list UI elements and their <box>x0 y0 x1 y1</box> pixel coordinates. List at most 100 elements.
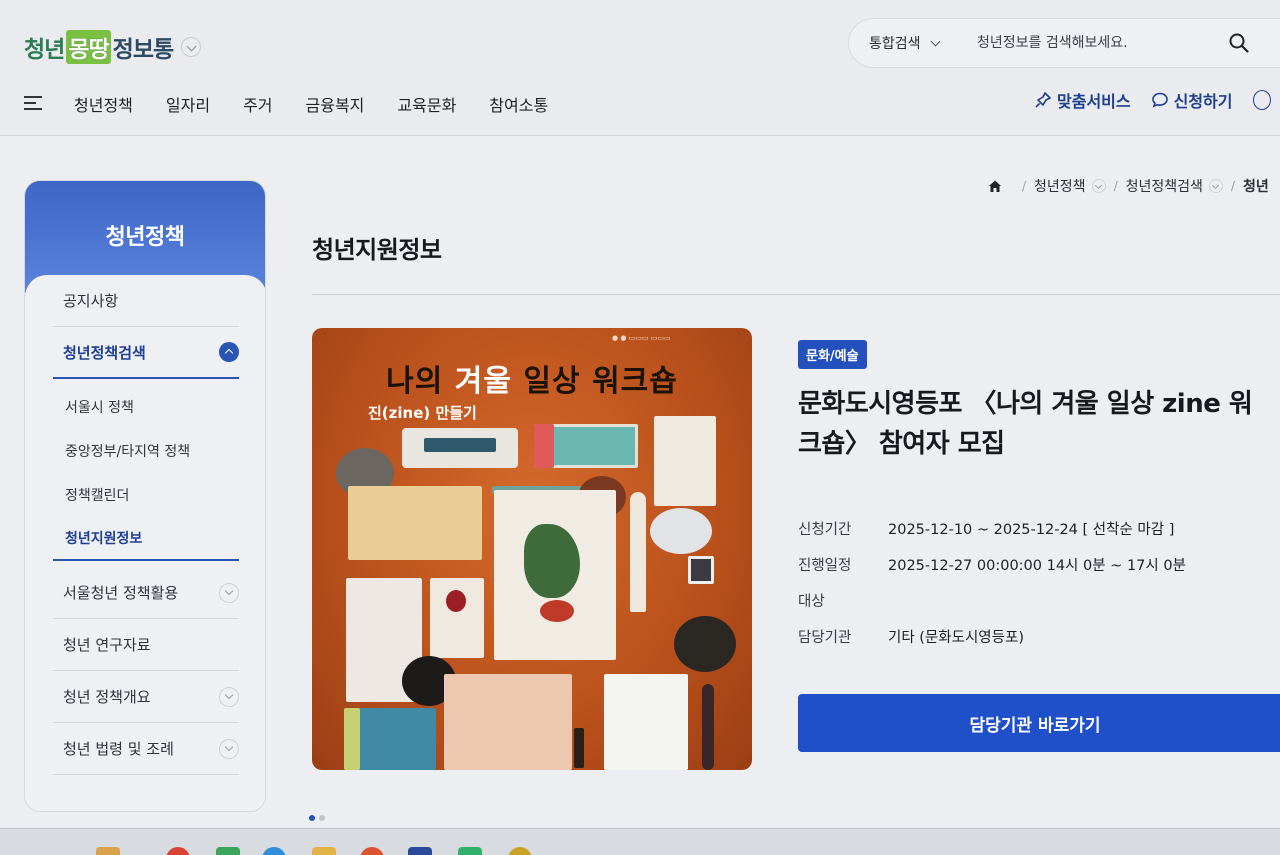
sidebar-item-label: 공지사항 <box>63 292 119 310</box>
site-header: 청년 몽땅 정보통 통합검색 청년정책 일자리 주거 금융복지 교육문 <box>0 0 1280 136</box>
poster-stone-object <box>674 616 736 672</box>
poster-berries-object <box>540 600 574 622</box>
sidebar-item-notice[interactable]: 공지사항 <box>53 275 239 327</box>
carousel-indicator <box>309 815 325 821</box>
more-icon[interactable] <box>1252 90 1271 110</box>
program-title: 문화도시영등포 〈나의 겨울 일상 zine 워크숍〉 참여자 모집 <box>798 389 1253 459</box>
logo-text-3: 정보통 <box>112 37 174 63</box>
sidebar-item-label: 청년정책검색 <box>63 343 146 362</box>
poster-label-object <box>424 438 496 452</box>
spreadsheet-icon[interactable] <box>216 847 240 855</box>
info-row-agency: 담당기관 기타 (문화도시영등포) <box>798 626 1186 662</box>
nav-item-participation[interactable]: 참여소통 <box>489 92 548 116</box>
chevron-down-icon[interactable] <box>1208 179 1223 193</box>
site-logo[interactable]: 청년 몽땅 정보통 <box>24 30 202 64</box>
page-title: 청년지원정보 <box>312 236 442 264</box>
breadcrumb-item-2[interactable]: 청년정책검색 <box>1126 176 1203 196</box>
sidebar-menu: 공지사항 청년정책검색 서울시 정책 중앙정부/타지역 정책 정책캘린더 청년지… <box>25 275 265 811</box>
sidebar-item-policy-search[interactable]: 청년정책검색 <box>53 327 239 379</box>
info-label: 담당기관 <box>798 630 852 646</box>
app-icon[interactable] <box>360 847 384 855</box>
info-label: 진행일정 <box>798 558 852 574</box>
carousel-dot[interactable] <box>319 815 325 821</box>
poster-sponsor-logos: ● ● ▭▭▭ ▭▭▭ <box>612 334 671 342</box>
chevron-down-icon <box>930 36 941 46</box>
apply-label: 신청하기 <box>1173 92 1233 111</box>
site-switch-chevron-icon[interactable] <box>181 37 202 57</box>
info-value: 2025-12-10 ~ 2025-12-24 [ 선착순 마감 ] <box>888 522 1175 538</box>
app-icon[interactable] <box>96 847 120 855</box>
logo-text-1: 청년 <box>24 37 65 63</box>
pin-icon <box>1035 92 1051 108</box>
chevron-down-icon[interactable] <box>1091 179 1106 193</box>
poster-folder-object <box>630 492 646 612</box>
info-row-target: 대상 <box>798 590 1186 626</box>
sidebar-item-research[interactable]: 청년 연구자료 <box>53 619 239 671</box>
home-icon[interactable] <box>988 179 1002 193</box>
sidebar-item-label: 청년 연구자료 <box>63 636 151 654</box>
poster-ribbon-object <box>534 424 554 468</box>
folder-icon[interactable] <box>312 847 336 855</box>
app-icon[interactable] <box>508 847 532 855</box>
sidebar-subitem-youth-support-info[interactable]: 청년지원정보 <box>53 517 239 561</box>
app-icon[interactable] <box>408 847 432 855</box>
logo-text-2: 몽땅 <box>66 30 111 64</box>
sidebar-subitem-policy-calendar[interactable]: 정책캘린더 <box>53 473 239 517</box>
search-input[interactable] <box>977 35 1207 51</box>
nav-item-jobs[interactable]: 일자리 <box>166 92 210 116</box>
nav-item-housing[interactable]: 주거 <box>243 92 272 116</box>
browser-icon[interactable] <box>262 847 286 855</box>
chevron-down-icon[interactable] <box>219 582 239 603</box>
info-label: 대상 <box>798 594 825 610</box>
os-taskbar <box>0 828 1280 855</box>
poster-paper-object <box>654 416 716 506</box>
poster-title-highlight: 겨울 <box>454 364 512 399</box>
poster-pink-paper-object <box>444 674 572 770</box>
poster-tape-object <box>650 508 712 554</box>
go-to-agency-button[interactable]: 담당기관 바로가기 <box>798 694 1280 752</box>
sidebar-item-policy-overview[interactable]: 청년 정책개요 <box>53 671 239 723</box>
nav-item-education-culture[interactable]: 교육문화 <box>397 92 456 116</box>
nav-item-finance-welfare[interactable]: 금융복지 <box>306 92 365 116</box>
search-scope-select[interactable]: 통합검색 <box>849 33 953 53</box>
chevron-up-icon[interactable] <box>219 342 239 362</box>
sidebar-item-laws[interactable]: 청년 법령 및 조례 <box>53 723 239 775</box>
category-badge: 문화/예술 <box>798 340 867 369</box>
poster-pen-object <box>574 728 584 768</box>
event-poster-image: ● ● ▭▭▭ ▭▭▭ 나의 겨울 일상 워크숍 진(zine) 만들기 <box>312 328 752 770</box>
info-row-application-period: 신청기간 2025-12-10 ~ 2025-12-24 [ 선착순 마감 ] <box>798 518 1186 554</box>
chevron-down-icon[interactable] <box>219 686 239 707</box>
custom-service-link[interactable]: 맞춤서비스 <box>1034 88 1131 112</box>
apply-link[interactable]: 신청하기 <box>1151 88 1233 112</box>
info-row-schedule: 진행일정 2025-12-27 00:00:00 14시 0분 ~ 17시 0분 <box>798 554 1186 590</box>
search-icon[interactable] <box>1228 32 1250 54</box>
chrome-icon[interactable] <box>166 847 190 855</box>
search-scope-label: 통합검색 <box>869 36 921 52</box>
program-info: 신청기간 2025-12-10 ~ 2025-12-24 [ 선착순 마감 ] … <box>798 518 1186 662</box>
divider <box>312 294 1280 295</box>
poster-grid-paper-object <box>348 486 482 560</box>
carousel-dot-active[interactable] <box>309 815 315 821</box>
poster-graph-paper-object <box>604 674 688 770</box>
sidebar-subitem-seoul-policy[interactable]: 서울시 정책 <box>53 385 239 429</box>
info-value: 기타 (문화도시영등포) <box>888 630 1024 646</box>
poster-subtitle: 진(zine) 만들기 <box>368 404 477 422</box>
breadcrumb-item-3[interactable]: 청년 <box>1243 176 1269 196</box>
sidebar-subitem-central-policy[interactable]: 중앙정부/타지역 정책 <box>53 429 239 473</box>
page: 청년 몽땅 정보통 통합검색 청년정책 일자리 주거 금융복지 교육문 <box>0 0 1280 855</box>
sidebar-item-label: 청년 법령 및 조례 <box>63 740 174 758</box>
info-value: 2025-12-27 00:00:00 14시 0분 ~ 17시 0분 <box>888 558 1186 574</box>
breadcrumb: / 청년정책 / 청년정책검색 / 청년 <box>988 176 1269 196</box>
app-icon[interactable] <box>458 847 482 855</box>
breadcrumb-item-1[interactable]: 청년정책 <box>1034 176 1086 196</box>
sidebar-item-label: 청년 정책개요 <box>63 688 151 706</box>
menu-icon[interactable] <box>24 96 42 110</box>
nav-item-youth-policy[interactable]: 청년정책 <box>74 92 133 116</box>
poster-title-part: 나의 <box>386 364 455 399</box>
main-nav: 청년정책 일자리 주거 금융복지 교육문화 참여소통 맞춤서비스 신청하기 <box>0 80 1280 126</box>
sidebar-item-policy-use[interactable]: 서울청년 정책활용 <box>53 567 239 619</box>
chevron-down-icon[interactable] <box>219 738 239 759</box>
poster-beads-object <box>702 684 714 770</box>
chat-bubble-icon <box>1151 92 1168 108</box>
sidebar: 청년정책 공지사항 청년정책검색 서울시 정책 중앙정부/타지역 정책 정책캘린… <box>24 180 266 812</box>
